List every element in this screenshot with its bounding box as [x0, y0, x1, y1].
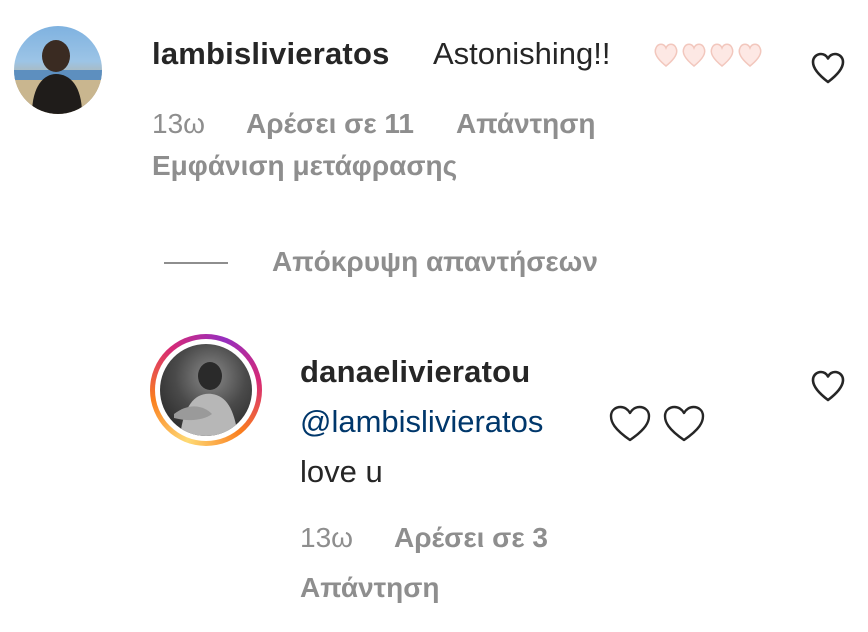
- avatar-lambislivieratos[interactable]: [14, 26, 102, 114]
- comment-text: Astonishing!!: [433, 36, 611, 71]
- mention-link[interactable]: @lambislivieratos: [300, 404, 543, 440]
- reply-likes-count[interactable]: Αρέσει σε 3: [394, 522, 548, 554]
- pink-hearts-emoji-icon: [652, 40, 768, 75]
- white-hearts-emoji-icon: [608, 404, 708, 449]
- profile-photo: [14, 40, 102, 114]
- reply-button[interactable]: Απάντηση: [300, 572, 440, 604]
- like-heart-icon[interactable]: [810, 370, 846, 404]
- reply-button[interactable]: Απάντηση: [456, 108, 596, 140]
- replies-divider: [164, 262, 228, 264]
- see-translation-button[interactable]: Εμφάνιση μετάφρασης: [152, 150, 457, 182]
- comment-username[interactable]: lambislivieratos: [152, 36, 390, 72]
- comment-time[interactable]: 13ω: [152, 108, 205, 140]
- reply-time[interactable]: 13ω: [300, 522, 353, 554]
- hide-replies-button[interactable]: Απόκρυψη απαντήσεων: [272, 246, 598, 278]
- like-heart-icon[interactable]: [810, 52, 846, 86]
- reply-text: love u: [300, 454, 383, 489]
- comment-likes-count[interactable]: Αρέσει σε 11: [246, 108, 414, 140]
- reply-username[interactable]: danaelivieratou: [300, 354, 530, 390]
- avatar-danaelivieratou[interactable]: [150, 334, 262, 446]
- profile-photo: [160, 344, 252, 436]
